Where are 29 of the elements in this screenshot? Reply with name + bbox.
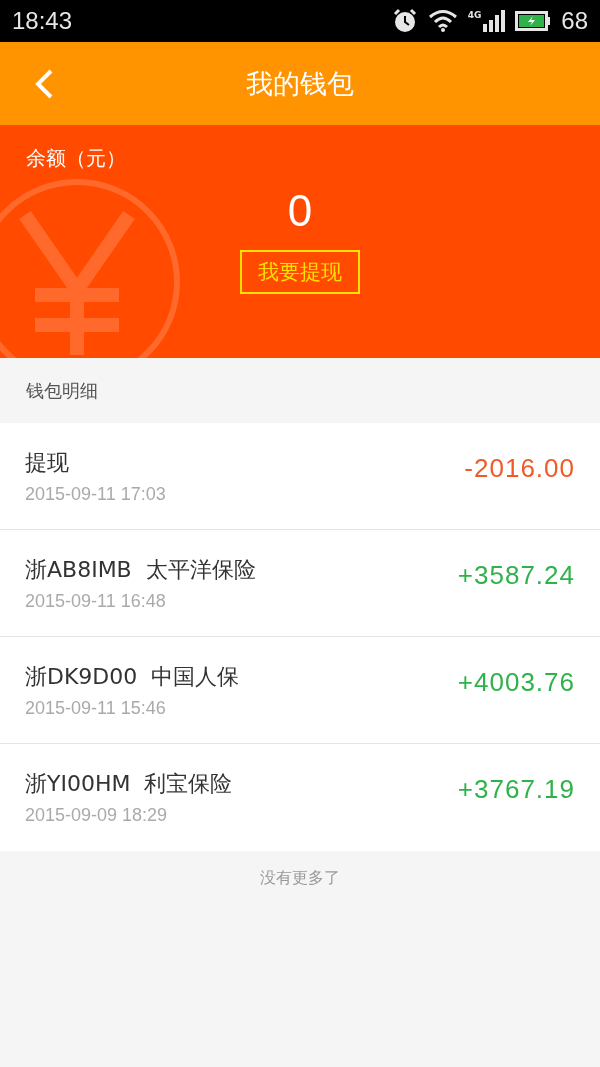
transaction-title: 浙DK9D00 中国人保 [25, 662, 240, 691]
balance-label: 余额（元） [26, 145, 126, 172]
transaction-row[interactable]: 提现 2015-09-11 17:03 -2016.00 [0, 423, 600, 530]
network-type: 4G [467, 10, 482, 20]
transaction-title: 提现 [25, 448, 70, 477]
signal-icon [483, 10, 506, 32]
back-icon[interactable] [34, 68, 54, 100]
transaction-time: 2015-09-09 18:29 [25, 805, 169, 826]
transaction-title: 浙AB8IMB 太平洋保险 [25, 555, 256, 584]
transaction-time: 2015-09-11 17:03 [25, 483, 166, 505]
transaction-amount: -2016.00 [464, 453, 575, 484]
page-title: 我的钱包 [246, 66, 354, 101]
transaction-amount: +4003.76 [457, 667, 575, 698]
status-time: 18:43 [12, 7, 73, 35]
transaction-row[interactable]: 浙DK9D00 中国人保 2015-09-11 15:46 +4003.76 [0, 637, 600, 744]
balance-amount: 0 [287, 186, 313, 236]
transaction-title: 浙YI00HM 利宝保险 [25, 770, 233, 798]
transaction-amount: +3587.24 [457, 560, 575, 591]
transaction-time: 2015-09-11 16:48 [25, 590, 167, 612]
transaction-row[interactable]: 浙YI00HM 利宝保险 2015-09-09 18:29 +3767.19 [0, 744, 600, 851]
section-title: 钱包明细 [25, 378, 99, 403]
transaction-row[interactable]: 浙AB8IMB 太平洋保险 2015-09-11 16:48 +3587.24 [0, 530, 600, 637]
no-more-note: 没有更多了 [259, 868, 341, 889]
transaction-time: 2015-09-11 15:46 [25, 697, 167, 719]
transaction-amount: +3767.19 [457, 774, 575, 805]
battery-icon [515, 11, 552, 31]
alarm-clock-icon [391, 8, 418, 34]
battery-percentage: 68 [561, 7, 588, 35]
wifi-icon [427, 9, 458, 33]
